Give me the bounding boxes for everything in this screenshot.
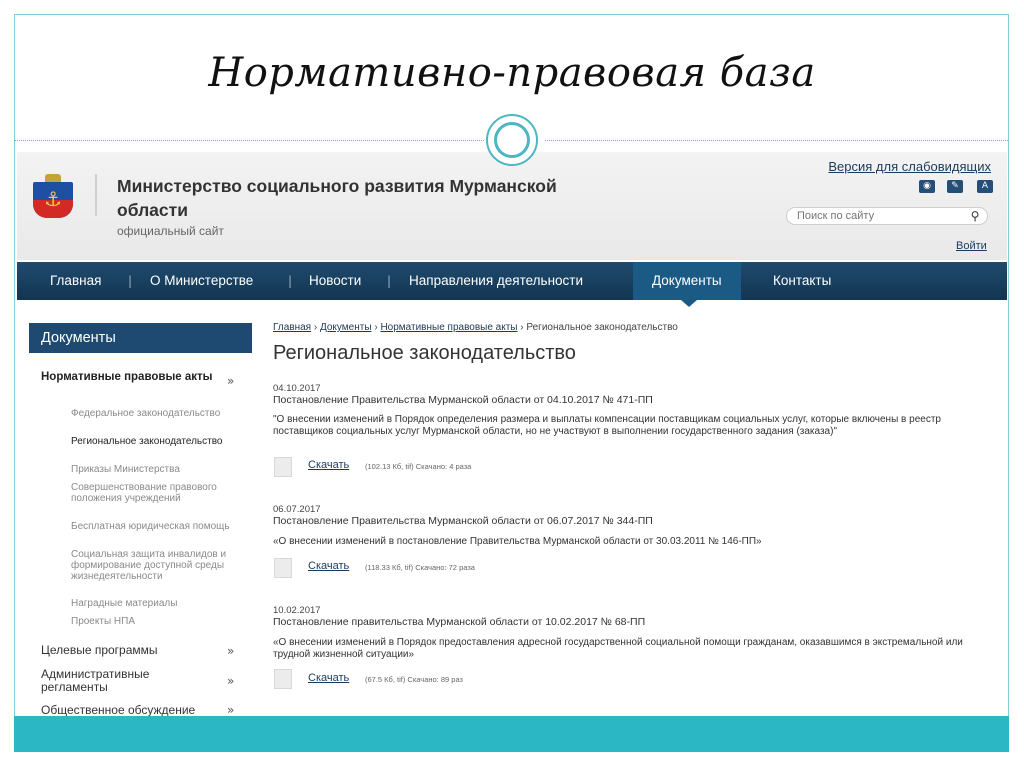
sidebar-subitem-institutions[interactable]: Совершенствование правового положения уч… — [71, 482, 241, 504]
doc-date: 04.10.2017 — [273, 383, 321, 394]
download-link[interactable]: Скачать — [308, 672, 349, 684]
header-icons: ◉ ✎ A — [901, 180, 993, 196]
sidebar-item-public-discussion[interactable]: Общественное обсуждение — [41, 704, 221, 717]
low-vision-link[interactable]: Версия для слабовидящих — [787, 159, 991, 174]
chevron-right-icon[interactable]: » — [227, 703, 234, 716]
sidebar-subitem-awards[interactable]: Наградные материалы — [71, 598, 241, 609]
divider-right — [545, 140, 1008, 141]
doc-date: 06.07.2017 — [273, 504, 321, 515]
file-meta: (67.5 Кб, tif) Скачано: 89 раз — [365, 675, 463, 684]
search-input[interactable] — [797, 209, 957, 223]
nav-documents[interactable]: Документы — [633, 262, 741, 300]
sidebar-title: Документы — [29, 323, 252, 353]
divider-left — [14, 140, 484, 141]
file-meta: (102.13 Кб, tif) Скачано: 4 раза — [365, 462, 472, 471]
doc-description: «О внесении изменений в Порядок предоста… — [273, 637, 963, 660]
website-screenshot: ⚓ Министерство социального развития Мурм… — [17, 152, 1007, 716]
chevron-right-icon[interactable]: » — [227, 644, 234, 658]
chevron-right-icon[interactable]: » — [227, 674, 234, 688]
sidebar-subitem-regional[interactable]: Региональное законодательство — [71, 436, 241, 447]
sidebar-subitem-drafts[interactable]: Проекты НПА — [71, 616, 241, 627]
sidebar-subitem-disabled[interactable]: Социальная защита инвалидов и формирован… — [71, 549, 241, 582]
sidebar-item-regulations[interactable]: Административные регламенты — [41, 668, 211, 694]
file-icon — [274, 669, 292, 689]
breadcrumb-current: Региональное законодательство — [526, 322, 678, 333]
breadcrumb: Главная › Документы › Нормативные правов… — [273, 322, 678, 333]
header-divider — [95, 174, 97, 216]
nav-contacts[interactable]: Контакты — [773, 262, 831, 300]
font-size-icon[interactable]: A — [977, 180, 993, 193]
nav-about[interactable]: О Министерстве — [150, 262, 253, 300]
chevron-down-icon[interactable]: » — [227, 374, 234, 388]
org-name[interactable]: Министерство социального развития Мурман… — [117, 174, 577, 222]
file-meta: (118.33 Кб, tif) Скачано: 72 раза — [365, 563, 475, 572]
sidebar-subitem-federal[interactable]: Федеральное законодательство — [71, 408, 241, 419]
breadcrumb-documents[interactable]: Документы — [320, 322, 372, 333]
rss-icon[interactable]: ◉ — [919, 180, 935, 193]
nav-directions[interactable]: Направления деятельности — [409, 262, 583, 300]
page-title: Региональное законодательство — [273, 342, 576, 364]
doc-title: Постановление правительства Мурманской о… — [273, 616, 646, 628]
sidebar-subitem-legal-aid[interactable]: Бесплатная юридическая помощь — [71, 521, 241, 532]
download-link[interactable]: Скачать — [308, 560, 349, 572]
sidebar-item-legal-acts[interactable]: Нормативные правовые акты — [41, 371, 221, 384]
nav-news[interactable]: Новости — [309, 262, 361, 300]
file-icon — [274, 558, 292, 578]
ring-ornament — [486, 114, 538, 166]
slide-title: Нормативно-правовая база — [208, 50, 816, 96]
download-link[interactable]: Скачать — [308, 459, 349, 471]
file-icon — [274, 457, 292, 477]
doc-title: Постановление Правительства Мурманской о… — [273, 515, 653, 527]
coat-of-arms-icon: ⚓ — [29, 174, 77, 218]
doc-description: "О внесении изменений в Порядок определе… — [273, 414, 941, 437]
doc-date: 10.02.2017 — [273, 605, 321, 616]
main-nav: Главная | О Министерстве | Новости | Нап… — [17, 262, 1007, 300]
doc-description: «О внесении изменений в постановление Пр… — [273, 536, 762, 547]
org-subtitle: официальный сайт — [117, 224, 224, 238]
search-icon[interactable]: ⚲ — [967, 209, 983, 223]
breadcrumb-legal-acts[interactable]: Нормативные правовые акты — [380, 322, 517, 333]
active-nav-pointer — [681, 300, 697, 307]
search-box: ⚲ — [786, 207, 988, 225]
edit-icon[interactable]: ✎ — [947, 180, 963, 193]
doc-title: Постановление Правительства Мурманской о… — [273, 394, 653, 406]
site-header: ⚓ Министерство социального развития Мурм… — [17, 152, 1007, 260]
breadcrumb-home[interactable]: Главная — [273, 322, 311, 333]
login-link[interactable]: Войти — [956, 240, 987, 252]
sidebar-subitem-orders[interactable]: Приказы Министерства — [71, 464, 241, 475]
nav-home[interactable]: Главная — [50, 262, 101, 300]
sidebar-item-programs[interactable]: Целевые программы — [41, 644, 221, 657]
slide-bottom-bar — [14, 716, 1009, 752]
